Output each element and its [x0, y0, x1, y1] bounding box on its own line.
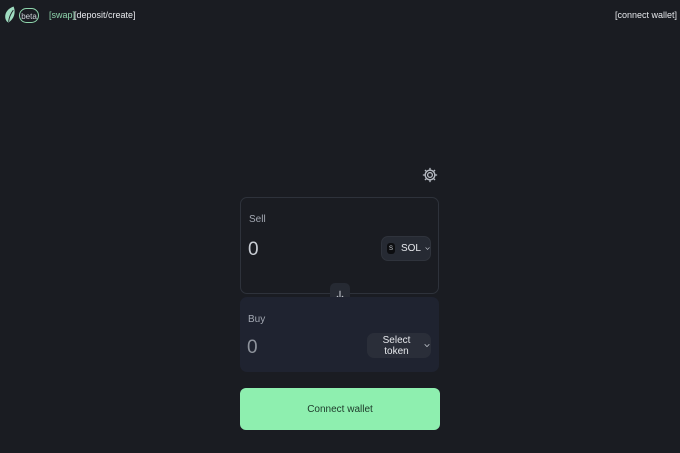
header-connect-wallet-link[interactable]: [connect wallet] [615, 10, 677, 21]
buy-panel: Buy Select token [240, 297, 439, 372]
sol-token-icon: S [387, 243, 395, 254]
beta-badge: beta [19, 8, 39, 23]
chevron-down-icon [425, 247, 430, 250]
sell-token-symbol: SOL [400, 243, 421, 254]
buy-token-selector[interactable]: Select token [367, 333, 431, 358]
sell-amount-input[interactable] [248, 238, 358, 262]
sell-label: Sell [249, 214, 266, 225]
sell-token-selector[interactable]: S SOL [381, 236, 431, 261]
chevron-down-icon [424, 343, 430, 348]
sell-panel: Sell S SOL [240, 197, 439, 294]
select-token-label: Select token [382, 334, 411, 357]
top-bar: beta [swap] [deposit/create] [connect wa… [0, 0, 680, 32]
nav-swap-link[interactable]: [swap] [49, 10, 75, 21]
connect-wallet-button[interactable]: Connect wallet [240, 388, 440, 430]
nav-deposit-create-link[interactable]: [deposit/create] [74, 10, 136, 21]
buy-label: Buy [248, 314, 266, 325]
app-logo-icon[interactable] [4, 6, 16, 23]
buy-amount-input[interactable] [247, 336, 357, 360]
gear-icon[interactable] [421, 166, 439, 184]
